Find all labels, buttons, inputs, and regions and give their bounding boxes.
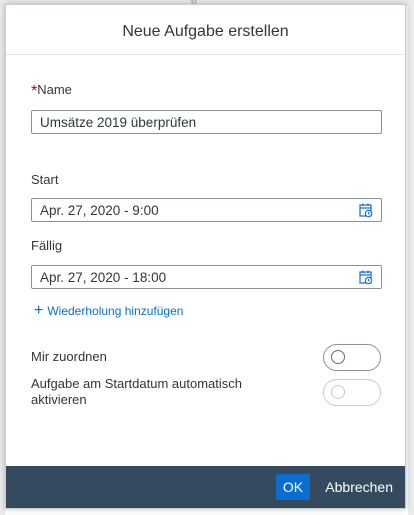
- start-datetime-value: Apr. 27, 2020 - 9:00: [40, 203, 159, 218]
- due-datetime-input[interactable]: Apr. 27, 2020 - 18:00: [31, 265, 382, 289]
- dialog-footer: OK Abbrechen: [6, 466, 405, 508]
- calendar-icon[interactable]: [359, 203, 373, 218]
- assign-me-label: Mir zuordnen: [31, 349, 107, 364]
- auto-activate-switch[interactable]: [323, 379, 381, 406]
- due-label: Fällig: [31, 238, 63, 253]
- switch-knob: [331, 385, 345, 399]
- dialog-header: Neue Aufgabe erstellen: [6, 5, 405, 55]
- cancel-button[interactable]: Abbrechen: [325, 474, 393, 500]
- name-label-row: *Name: [31, 81, 72, 100]
- switch-knob: [331, 350, 345, 364]
- dialog-title: Neue Aufgabe erstellen: [122, 23, 289, 40]
- plus-icon: +: [34, 302, 44, 319]
- add-recurrence-link[interactable]: + Wiederholung hinzufügen: [34, 302, 184, 319]
- calendar-icon[interactable]: [359, 270, 373, 285]
- new-task-dialog: Neue Aufgabe erstellen *Name Umsätze 201…: [5, 4, 406, 509]
- due-datetime-value: Apr. 27, 2020 - 18:00: [40, 270, 167, 285]
- auto-activate-label: Aufgabe am Startdatum automatisch aktivi…: [31, 376, 243, 407]
- add-recurrence-label: Wiederholung hinzufügen: [47, 304, 184, 318]
- name-label: Name: [37, 82, 72, 97]
- ok-button[interactable]: OK: [276, 474, 310, 500]
- name-input-value: Umsätze 2019 überprüfen: [40, 115, 197, 130]
- start-datetime-input[interactable]: Apr. 27, 2020 - 9:00: [31, 198, 382, 222]
- backdrop-right: [408, 0, 414, 515]
- assign-me-switch[interactable]: [323, 344, 381, 371]
- required-marker: *: [31, 83, 38, 100]
- start-label: Start: [31, 172, 59, 187]
- name-input[interactable]: Umsätze 2019 überprüfen: [31, 110, 382, 134]
